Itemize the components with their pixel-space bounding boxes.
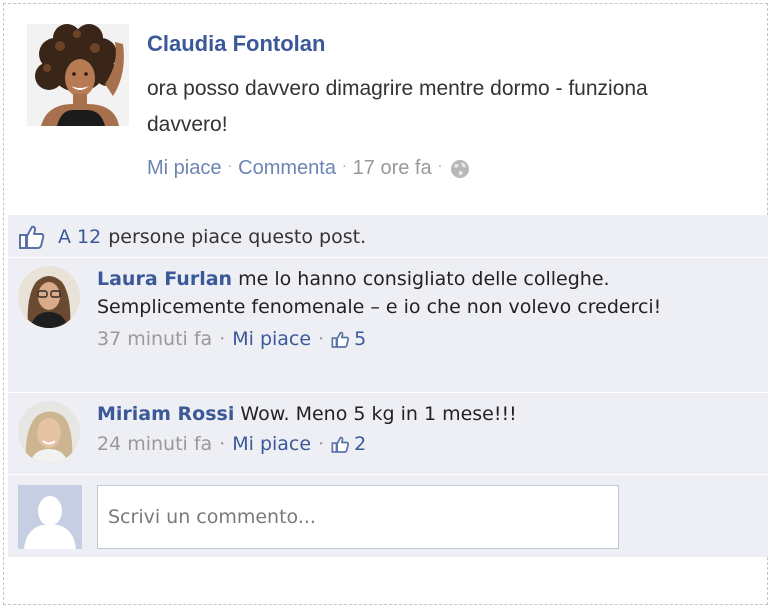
comment-author[interactable]: Miriam Rossi: [97, 403, 234, 425]
comment-like-count[interactable]: 2: [354, 430, 366, 458]
comment-like-link[interactable]: Mi piace: [232, 430, 311, 458]
comment-text: Wow. Meno 5 kg in 1 mese!!!: [240, 403, 517, 425]
comment-content: Laura Furlan me lo hanno consigliato del…: [97, 265, 662, 321]
separator: ·: [219, 433, 226, 455]
commenter-avatar[interactable]: [18, 401, 80, 463]
comment-timestamp[interactable]: 37 minuti fa: [97, 325, 212, 353]
comment-input[interactable]: [97, 485, 619, 549]
separator: ·: [318, 433, 325, 455]
post-author-avatar[interactable]: [27, 24, 129, 126]
comment-author[interactable]: Laura Furlan: [97, 268, 232, 290]
comment-content: Miriam Rossi Wow. Meno 5 kg in 1 mese!!!: [97, 400, 662, 428]
default-profile-icon: [18, 485, 82, 549]
post-text: ora posso davvero dimagrire mentre dormo…: [147, 77, 648, 136]
post-author-name[interactable]: Claudia Fontolan: [147, 31, 325, 57]
comment-item: Laura Furlan me lo hanno consigliato del…: [8, 258, 768, 392]
likes-summary: A 12 persone piace questo post.: [18, 222, 366, 252]
globe-icon: [450, 159, 470, 179]
thumbs-up-icon: [331, 434, 350, 453]
like-link[interactable]: Mi piace: [147, 157, 221, 180]
likes-count-link[interactable]: A 12: [58, 226, 101, 248]
comment-body: Miriam Rossi Wow. Meno 5 kg in 1 mese!!!…: [97, 400, 662, 458]
likes-suffix: persone piace questo post.: [108, 226, 367, 248]
comment-like-link[interactable]: Mi piace: [232, 325, 311, 353]
separator: ·: [219, 328, 226, 350]
post-card: Claudia Fontolan ora posso davvero dimag…: [3, 3, 768, 605]
separator: ·: [341, 157, 347, 173]
thumbs-up-icon: [331, 329, 350, 348]
comment-like-count[interactable]: 5: [354, 325, 366, 353]
commenter-avatar[interactable]: [18, 266, 80, 328]
feedback-area: A 12 persone piace questo post. Laura Fu…: [8, 215, 768, 557]
divider: [8, 474, 768, 475]
post-actions: Mi piace · Commenta · 17 ore fa ·: [147, 154, 470, 182]
separator: ·: [318, 328, 325, 350]
comment-timestamp[interactable]: 24 minuti fa: [97, 430, 212, 458]
comment-body: Laura Furlan me lo hanno consigliato del…: [97, 265, 662, 353]
post-timestamp[interactable]: 17 ore fa: [353, 157, 432, 180]
comment-link[interactable]: Commenta: [238, 157, 336, 180]
thumbs-up-icon: [18, 223, 46, 251]
comment-item: Miriam Rossi Wow. Meno 5 kg in 1 mese!!!…: [8, 393, 768, 473]
separator: ·: [227, 157, 233, 173]
comment-meta: 37 minuti fa · Mi piace · 5: [97, 325, 662, 353]
comment-meta: 24 minuti fa · Mi piace · 2: [97, 430, 662, 458]
separator: ·: [437, 157, 443, 173]
